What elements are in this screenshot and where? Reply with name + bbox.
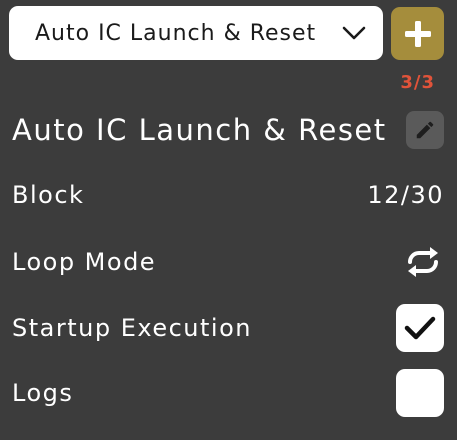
pencil-icon <box>414 119 436 141</box>
checkmark-icon <box>404 315 436 341</box>
startup-execution-row: Startup Execution <box>12 303 444 353</box>
add-script-button[interactable] <box>391 7 444 60</box>
startup-execution-checkbox[interactable] <box>396 304 444 352</box>
loop-mode-label: Loop Mode <box>12 248 157 276</box>
block-label: Block <box>12 181 85 209</box>
startup-execution-label: Startup Execution <box>12 314 252 342</box>
loop-icon[interactable] <box>402 245 444 279</box>
script-selector-dropdown[interactable]: Auto IC Launch & Reset <box>9 6 383 60</box>
block-row: Block 12/30 <box>12 175 444 215</box>
block-value: 12/30 <box>367 181 444 209</box>
logs-checkbox[interactable] <box>396 369 444 417</box>
script-count-badge: 3/3 <box>400 72 435 93</box>
script-title: Auto IC Launch & Reset <box>12 113 387 147</box>
edit-title-button[interactable] <box>406 111 444 149</box>
chevron-down-icon <box>341 24 367 42</box>
script-title-row: Auto IC Launch & Reset <box>12 108 444 152</box>
logs-label: Logs <box>12 379 74 407</box>
selector-value: Auto IC Launch & Reset <box>35 20 317 46</box>
plus-icon <box>402 18 434 50</box>
logs-row: Logs <box>12 368 444 418</box>
loop-mode-row: Loop Mode <box>12 242 444 282</box>
